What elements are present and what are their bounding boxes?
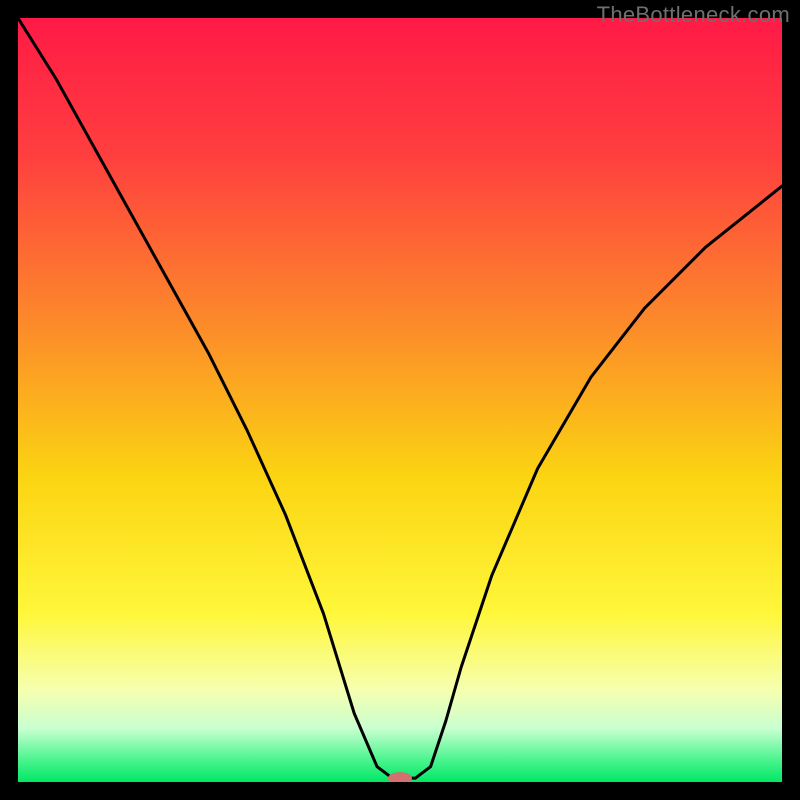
- chart-frame: TheBottleneck.com: [0, 0, 800, 800]
- bottleneck-curve: [18, 18, 782, 778]
- chart-svg: [18, 18, 782, 782]
- optimal-marker: [388, 772, 412, 782]
- plot-area: [18, 18, 782, 782]
